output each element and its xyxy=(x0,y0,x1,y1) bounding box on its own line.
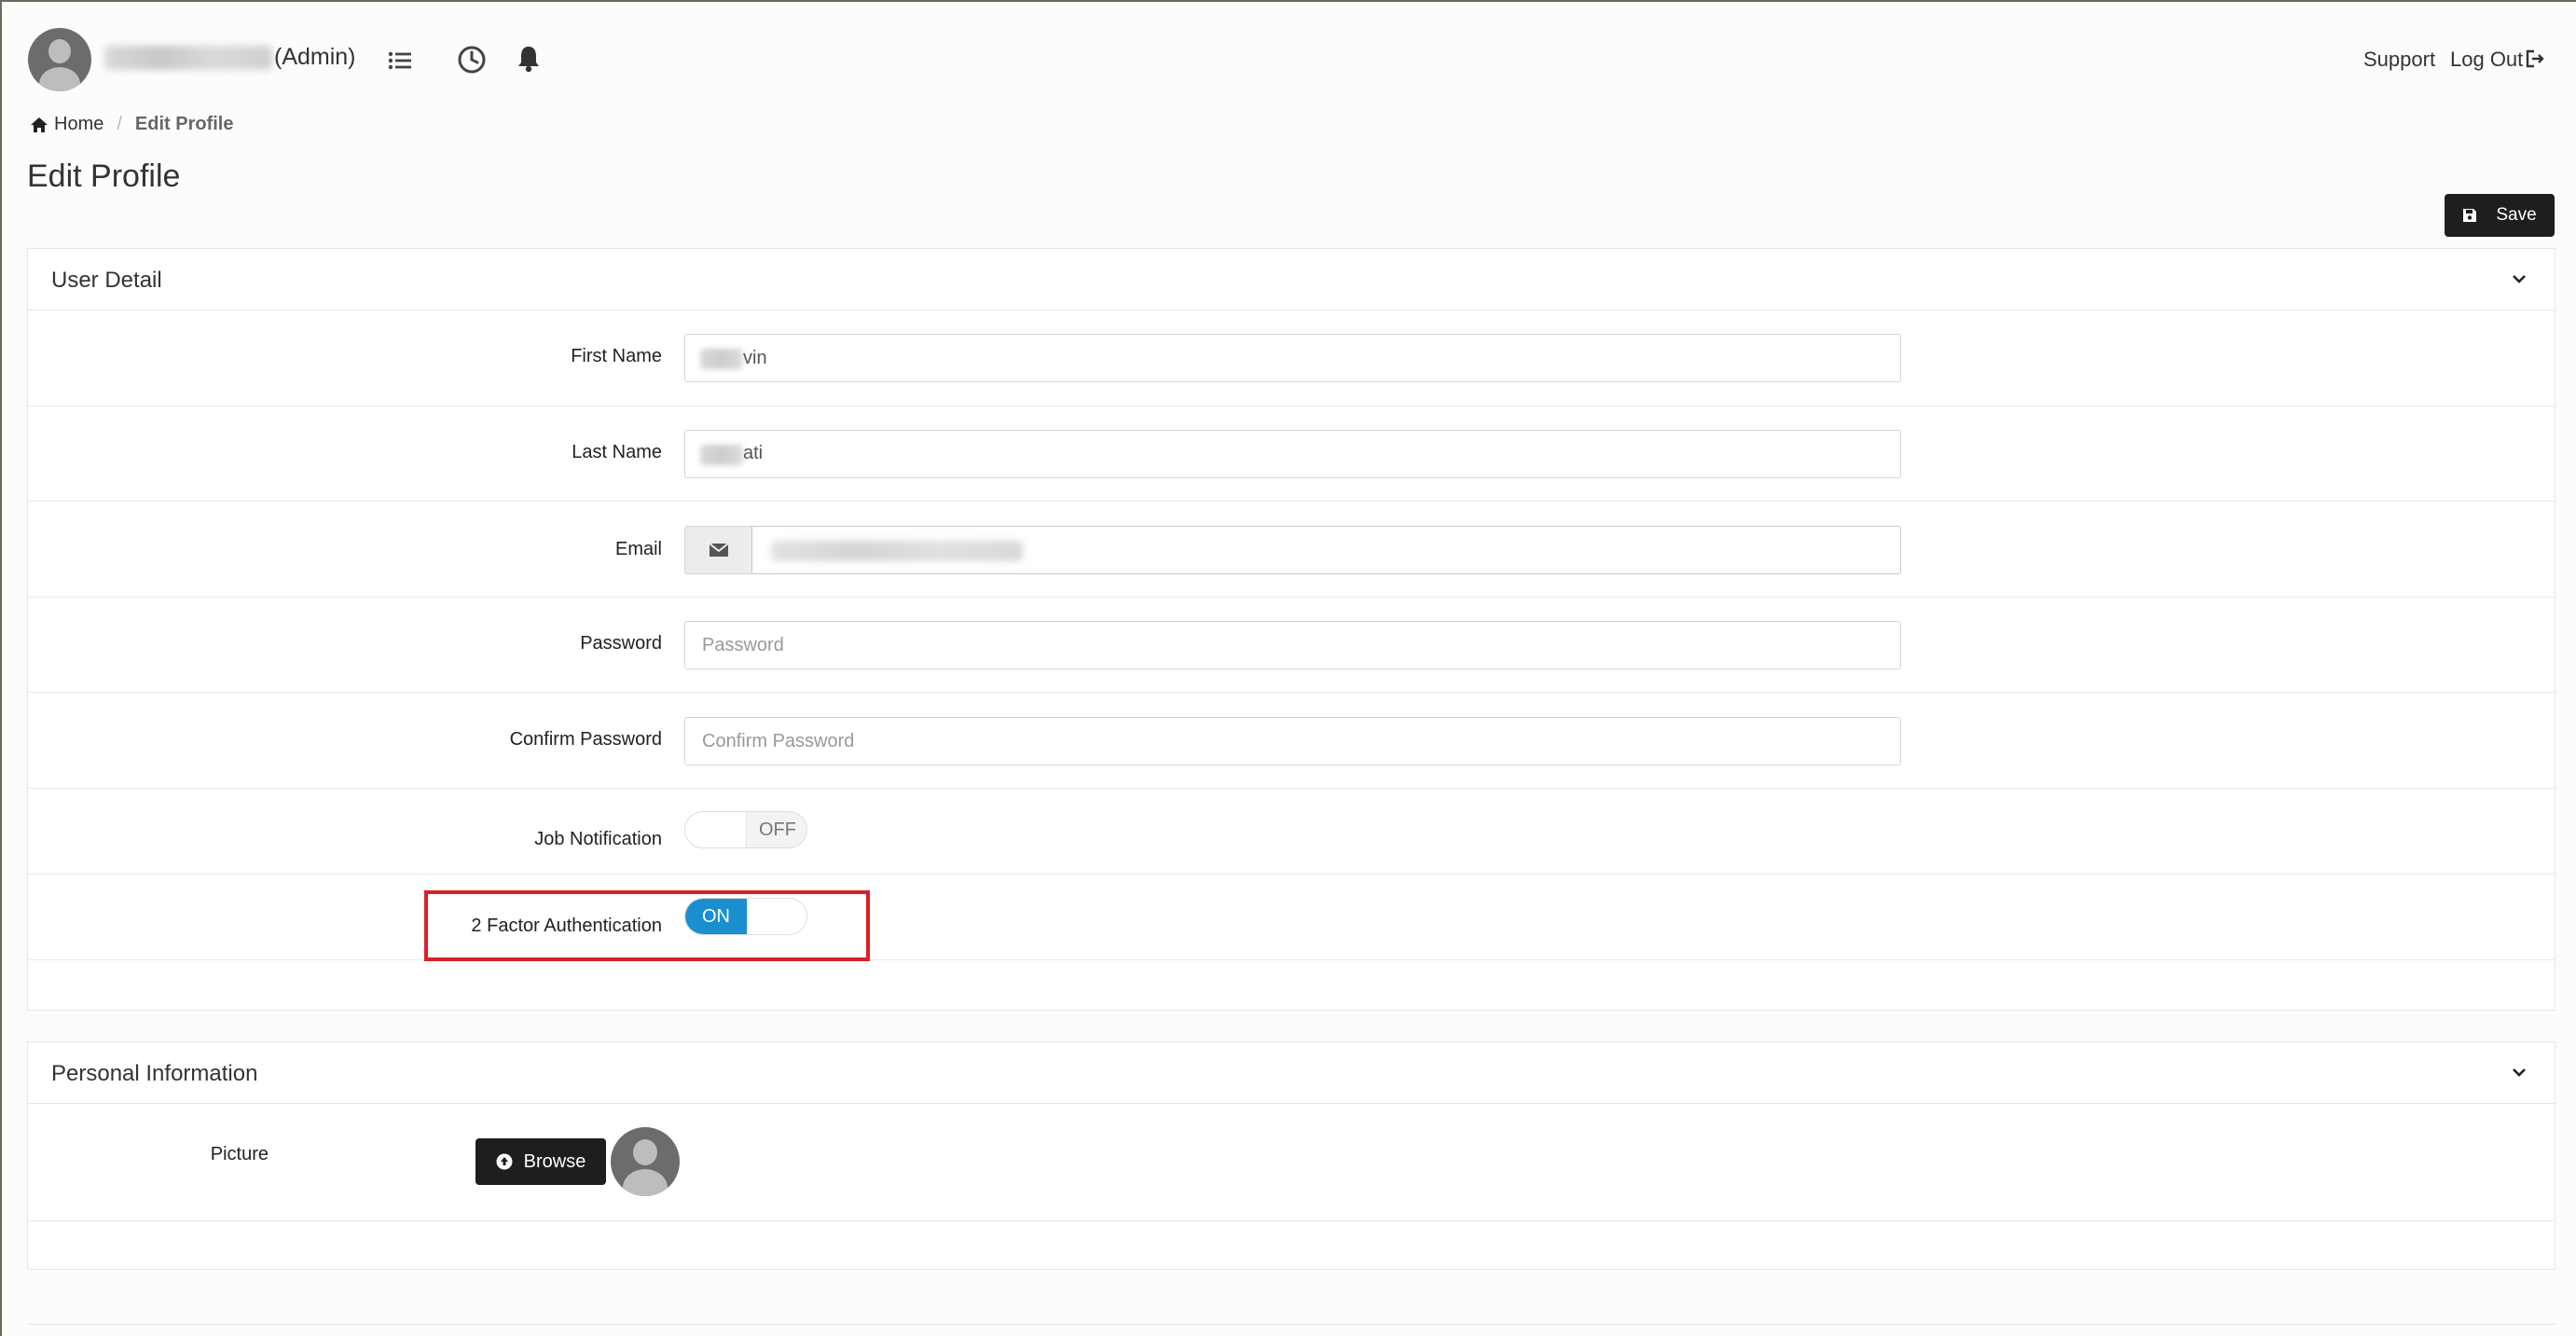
browse-button[interactable]: Browse xyxy=(475,1138,606,1185)
job-notification-toggle[interactable]: OFF xyxy=(684,811,807,848)
user-role: (Admin) xyxy=(274,44,356,70)
password-input[interactable] xyxy=(684,621,1901,669)
personal-info-header[interactable]: Personal Information xyxy=(28,1042,2555,1104)
first-name-input[interactable]: vin xyxy=(684,334,1901,382)
save-button[interactable]: Save xyxy=(2445,194,2555,237)
picture-row: Picture xyxy=(28,1105,2555,1221)
first-name-redacted xyxy=(700,349,743,369)
last-name-input[interactable]: ati xyxy=(684,430,1901,478)
first-name-value: vin xyxy=(743,348,767,368)
confirm-password-row: Confirm Password xyxy=(28,693,2555,789)
user-detail-header[interactable]: User Detail xyxy=(28,249,2555,310)
password-row: Password xyxy=(28,598,2555,693)
chevron-down-icon[interactable] xyxy=(2512,273,2527,284)
upload-icon xyxy=(496,1153,513,1170)
email-input[interactable] xyxy=(751,526,1901,574)
user-detail-title: User Detail xyxy=(51,268,162,293)
confirm-password-input[interactable] xyxy=(684,717,1901,765)
list-icon[interactable] xyxy=(388,50,412,71)
clock-icon[interactable] xyxy=(457,45,487,75)
chevron-down-icon[interactable] xyxy=(2512,1067,2527,1078)
breadcrumb-separator: / xyxy=(117,114,122,134)
page-title: Edit Profile xyxy=(27,158,181,194)
last-name-row: Last Name ati xyxy=(28,406,2555,502)
last-name-value: ati xyxy=(743,443,764,463)
top-bar: (Admin) Support Log Out xyxy=(2,2,2576,114)
job-notification-row: Job Notification OFF xyxy=(28,789,2555,875)
job-notification-state: OFF xyxy=(747,812,806,847)
last-name-redacted xyxy=(700,445,743,465)
email-redacted xyxy=(771,541,1023,561)
job-notification-label: Job Notification xyxy=(534,829,662,849)
browse-button-label: Browse xyxy=(523,1150,586,1172)
user-avatar[interactable] xyxy=(28,28,91,91)
profile-picture-avatar xyxy=(611,1127,680,1196)
breadcrumb: Home / Edit Profile xyxy=(30,114,234,135)
password-label: Password xyxy=(580,633,662,654)
personal-info-title: Personal Information xyxy=(51,1061,258,1086)
email-label: Email xyxy=(614,539,662,559)
page-bottom-divider xyxy=(27,1324,2555,1325)
first-name-row: First Name vin xyxy=(28,311,2555,406)
breadcrumb-home-link[interactable]: Home xyxy=(54,114,103,135)
home-icon xyxy=(31,117,48,132)
first-name-label: First Name xyxy=(571,346,662,366)
breadcrumb-current: Edit Profile xyxy=(134,114,234,134)
logout-icon[interactable] xyxy=(2525,48,2545,69)
save-button-label: Save xyxy=(2496,205,2537,225)
username-redacted xyxy=(104,46,272,70)
personal-info-panel: Personal Information Picture xyxy=(27,1041,2555,1270)
user-detail-panel: User Detail First Name vin Last Name ati… xyxy=(27,248,2555,1011)
envelope-icon xyxy=(709,544,728,557)
floppy-disk-icon xyxy=(2463,209,2477,222)
confirm-password-label: Confirm Password xyxy=(509,729,662,750)
two-factor-row: 2 Factor Authentication ON xyxy=(28,875,2555,960)
support-link[interactable]: Support xyxy=(2363,48,2435,72)
last-name-label: Last Name xyxy=(572,442,662,462)
picture-label: Picture xyxy=(210,1144,269,1164)
bell-icon[interactable] xyxy=(517,45,541,73)
email-row: Email xyxy=(28,502,2555,598)
email-addon xyxy=(684,526,751,574)
two-factor-highlight-box xyxy=(424,890,870,961)
logout-link[interactable]: Log Out xyxy=(2450,48,2523,72)
